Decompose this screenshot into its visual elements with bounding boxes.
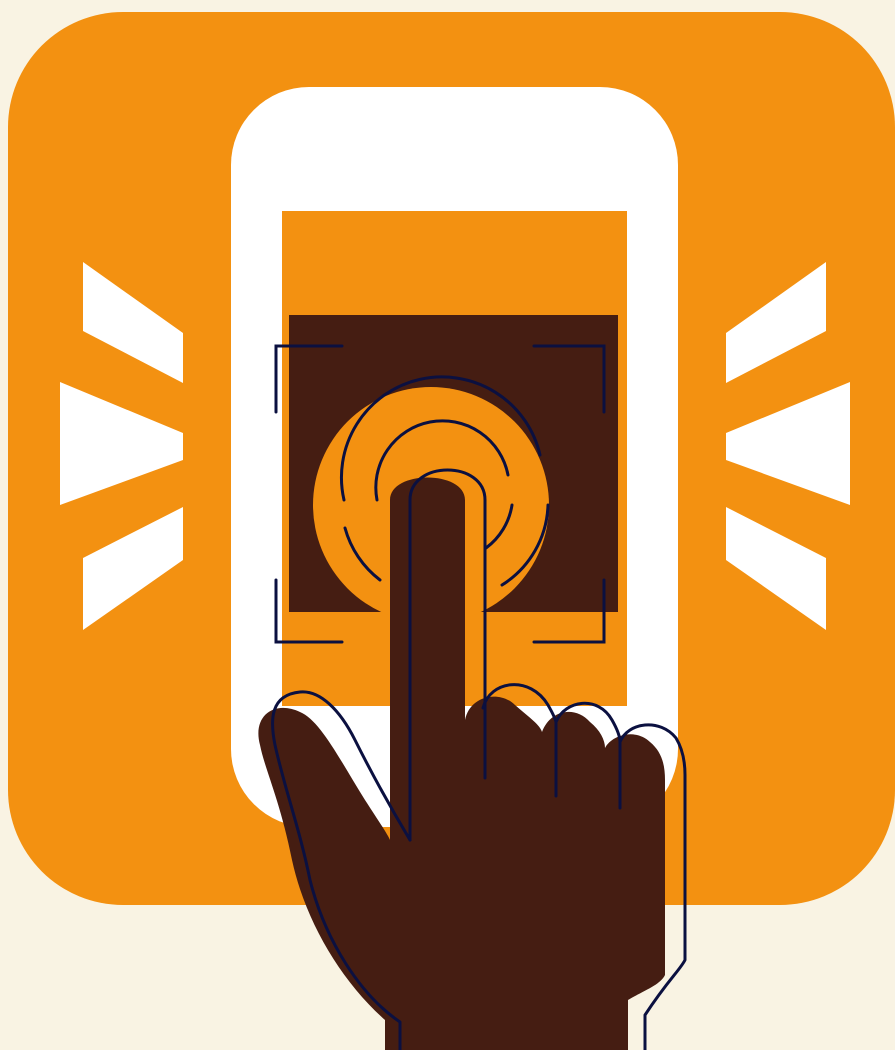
tap-phone-illustration: [8, 12, 895, 1050]
illustration-canvas: [0, 0, 895, 1050]
